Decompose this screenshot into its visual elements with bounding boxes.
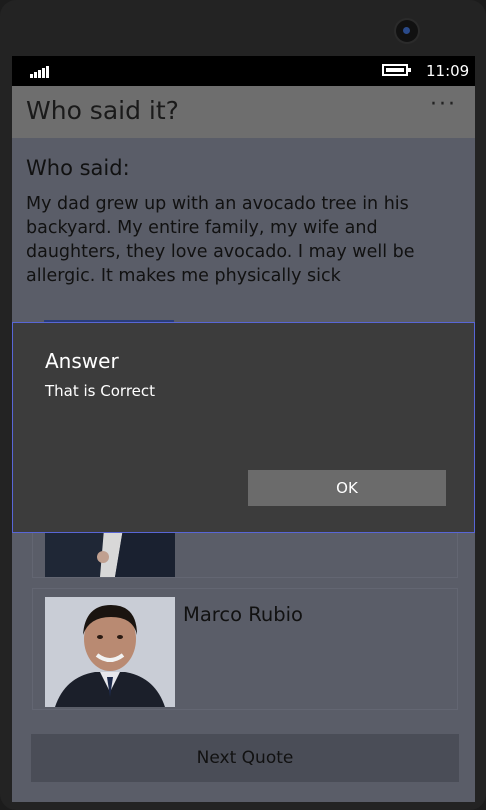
- candidate-photo: [45, 597, 175, 707]
- answer-dialog: Answer That is Correct OK: [12, 322, 475, 533]
- ok-button[interactable]: OK: [248, 470, 446, 506]
- camera-icon: [396, 20, 418, 42]
- app-screen: 11:09 Who said it? ··· Who said: My dad …: [12, 56, 475, 802]
- signal-icon: [30, 66, 50, 78]
- next-quote-button[interactable]: Next Quote: [31, 734, 459, 782]
- battery-icon: [382, 64, 411, 76]
- question-heading: Who said:: [26, 156, 130, 180]
- quote-text: My dad grew up with an avocado tree in h…: [26, 194, 415, 286]
- app-title-bar: Who said it? ···: [12, 86, 475, 138]
- app-title: Who said it?: [26, 96, 179, 125]
- status-bar: 11:09: [12, 56, 475, 86]
- candidate-name: Marco Rubio: [183, 603, 303, 626]
- phone-frame: 11:09 Who said it? ··· Who said: My dad …: [0, 0, 486, 810]
- dialog-title: Answer: [45, 349, 119, 373]
- status-time: 11:09: [426, 62, 470, 80]
- dialog-message: That is Correct: [45, 382, 156, 400]
- more-menu-button[interactable]: ···: [430, 92, 457, 117]
- candidate-card[interactable]: Marco Rubio: [32, 588, 458, 710]
